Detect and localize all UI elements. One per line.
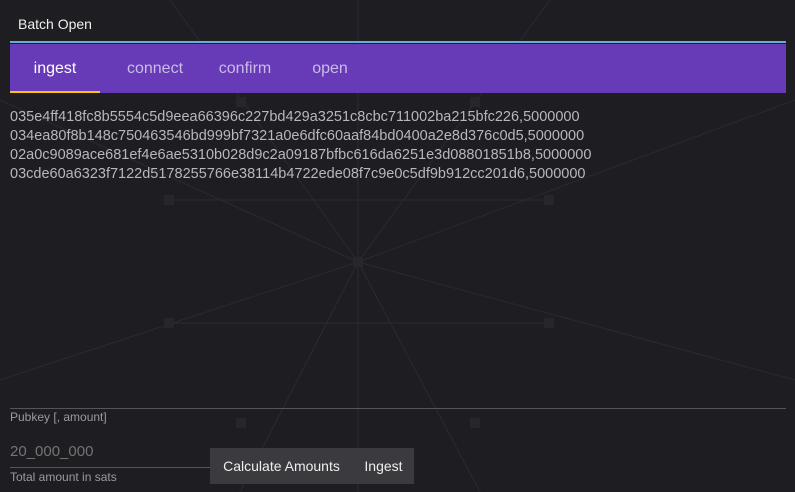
textarea-underline (10, 408, 786, 409)
textarea-label: Pubkey [, amount] (10, 410, 107, 424)
tab-confirm[interactable]: confirm (210, 44, 280, 93)
tab-connect[interactable]: connect (100, 44, 210, 93)
tab-bar: ingest connect confirm open (10, 44, 786, 93)
total-amount-input[interactable] (10, 440, 200, 462)
batch-open-window: Batch Open ingest connect confirm open 0… (0, 0, 795, 492)
tab-open[interactable]: open (280, 44, 380, 93)
tab-ingest[interactable]: ingest (10, 44, 100, 93)
title-divider (10, 41, 786, 43)
window-title: Batch Open (18, 16, 92, 32)
calculate-amounts-button[interactable]: Calculate Amounts (210, 448, 353, 484)
ingest-button[interactable]: Ingest (353, 448, 414, 484)
pubkey-amount-textarea[interactable]: 035e4ff418fc8b5554c5d9eea66396c227bd429a… (10, 108, 786, 406)
amount-underline (10, 467, 210, 468)
amount-label: Total amount in sats (10, 470, 117, 484)
